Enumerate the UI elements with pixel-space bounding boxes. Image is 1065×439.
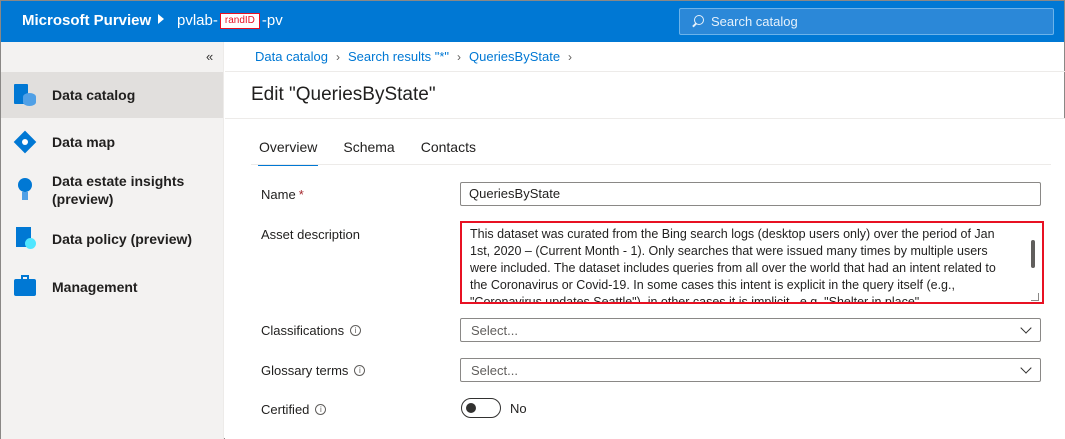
- tab-overview[interactable]: Overview: [257, 139, 319, 166]
- name-label-text: Name: [261, 187, 296, 202]
- info-icon[interactable]: i: [354, 365, 366, 376]
- sidebar-item-label: Data estate insights (preview): [52, 173, 185, 207]
- data-estate-insights-icon: [13, 177, 37, 201]
- data-map-icon: [13, 130, 37, 154]
- account-suffix: -pv: [261, 12, 283, 29]
- name-input[interactable]: QueriesByState: [460, 182, 1041, 206]
- tab-bar: Overview Schema Contacts: [257, 139, 502, 166]
- tab-schema[interactable]: Schema: [343, 139, 394, 166]
- sidebar-item-data-map[interactable]: Data map: [1, 119, 223, 163]
- sidebar-item-label: Management: [52, 279, 138, 295]
- classifications-label-text: Classifications: [261, 323, 345, 338]
- breadcrumb-data-catalog[interactable]: Data catalog: [255, 49, 328, 64]
- breadcrumb: Data catalog › Search results "*" › Quer…: [255, 49, 580, 64]
- breadcrumb-search-results[interactable]: Search results "*": [348, 49, 449, 64]
- chevron-down-icon: [1020, 322, 1032, 334]
- asset-description-textarea[interactable]: This dataset was curated from the Bing s…: [460, 221, 1044, 304]
- chevron-right-icon: ›: [457, 49, 461, 64]
- glossary-terms-label-text: Glossary terms: [261, 363, 349, 378]
- page-title: Edit "QueriesByState": [251, 84, 436, 105]
- tab-contacts[interactable]: Contacts: [421, 139, 476, 166]
- search-icon: [691, 14, 705, 29]
- divider: [251, 164, 1051, 165]
- classifications-dropdown[interactable]: Select...: [460, 318, 1041, 342]
- sidebar-item-label: Data catalog: [52, 87, 136, 103]
- certified-label-text: Certified: [261, 402, 310, 417]
- classifications-placeholder: Select...: [471, 323, 518, 338]
- certified-toggle-state: No: [510, 401, 527, 416]
- account-prefix: pvlab-: [177, 12, 218, 29]
- data-catalog-icon: [13, 83, 37, 107]
- glossary-terms-placeholder: Select...: [471, 363, 518, 378]
- management-icon: [13, 274, 37, 298]
- resize-handle-icon[interactable]: [1031, 293, 1039, 301]
- sidebar-item-label: Data map: [52, 134, 116, 150]
- asset-description-label: Asset description: [261, 227, 360, 242]
- caret-right-icon: [158, 14, 164, 24]
- brand-title[interactable]: Microsoft Purview: [22, 12, 151, 29]
- top-bar: Microsoft Purview pvlab- randID -pv Sear…: [1, 1, 1064, 42]
- certified-label: Certified i: [261, 402, 327, 417]
- chevron-right-icon: ›: [336, 49, 340, 64]
- name-label: Name *: [261, 187, 304, 202]
- glossary-terms-dropdown[interactable]: Select...: [460, 358, 1041, 382]
- search-placeholder: Search catalog: [711, 14, 798, 29]
- chevron-down-icon: [1020, 362, 1032, 374]
- info-icon[interactable]: i: [350, 325, 362, 336]
- account-name[interactable]: pvlab- randID -pv: [177, 12, 283, 29]
- sidebar-item-data-policy[interactable]: Data policy (preview): [1, 217, 223, 261]
- required-asterisk: *: [298, 187, 304, 202]
- sidebar-item-management[interactable]: Management: [1, 264, 223, 308]
- divider: [225, 71, 1065, 72]
- collapse-sidebar-icon[interactable]: «: [206, 49, 213, 64]
- sidebar: « Data catalog Data map Data estate insi…: [1, 42, 224, 439]
- textarea-scrollbar[interactable]: [1031, 240, 1035, 268]
- sidebar-item-data-estate-insights[interactable]: Data estate insights (preview): [1, 164, 223, 216]
- info-icon[interactable]: i: [315, 404, 327, 415]
- toggle-knob: [466, 403, 476, 413]
- certified-toggle[interactable]: [461, 398, 501, 418]
- classifications-label: Classifications i: [261, 323, 362, 338]
- glossary-terms-label: Glossary terms i: [261, 363, 366, 378]
- breadcrumb-queriesbystate[interactable]: QueriesByState: [469, 49, 560, 64]
- sidebar-item-label: Data policy (preview): [52, 231, 193, 247]
- search-catalog-input[interactable]: Search catalog: [679, 8, 1054, 35]
- redacted-label: randID: [219, 12, 260, 29]
- sidebar-item-data-catalog[interactable]: Data catalog: [1, 72, 223, 118]
- chevron-right-icon: ›: [568, 49, 573, 64]
- data-policy-icon: [13, 226, 37, 250]
